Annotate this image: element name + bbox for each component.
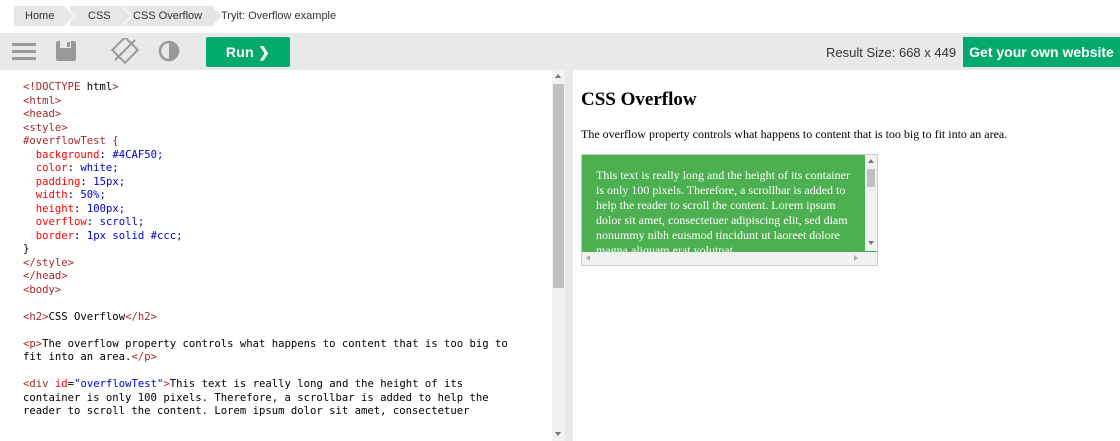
rotate-icon[interactable] — [110, 35, 140, 65]
result-heading: CSS Overflow — [581, 89, 697, 110]
overflow-horizontal-scrollbar[interactable] — [582, 252, 877, 265]
result-pane: CSS Overflow The overflow property contr… — [573, 70, 1120, 441]
editor-scrollbar-thumb[interactable] — [553, 84, 564, 288]
get-your-own-website-button[interactable]: Get your own website — [963, 37, 1120, 67]
code-editor[interactable]: <!DOCTYPE html> <html> <head> <style> #o… — [0, 70, 552, 441]
contrast-icon[interactable] — [155, 38, 183, 64]
scroll-right-icon[interactable] — [854, 255, 858, 261]
overflow-text: This text is really long and the height … — [596, 168, 850, 257]
scroll-up-icon[interactable] — [868, 159, 874, 163]
scroll-up-icon[interactable] — [555, 74, 561, 78]
breadcrumb-current: Tryit: Overflow example — [221, 10, 337, 22]
editor-scrollbar[interactable] — [552, 70, 565, 441]
menu-icon[interactable] — [10, 38, 38, 64]
pane-divider[interactable] — [565, 70, 573, 441]
breadcrumb: Home CSS CSS Overflow Tryit: Overflow ex… — [0, 0, 1120, 33]
overflow-vertical-scrollbar[interactable] — [865, 155, 877, 251]
overflow-test-box[interactable]: This text is really long and the height … — [581, 154, 878, 266]
result-paragraph: The overflow property controls what happ… — [581, 127, 1008, 141]
scroll-down-icon[interactable] — [555, 432, 561, 436]
scroll-left-icon[interactable] — [586, 255, 590, 261]
save-icon[interactable] — [52, 38, 80, 64]
breadcrumb-css[interactable]: CSS — [70, 6, 133, 26]
result-size-label: Result Size: 668 x 449 — [826, 45, 957, 60]
scroll-down-icon[interactable] — [868, 241, 874, 245]
breadcrumb-home[interactable]: Home — [14, 6, 77, 26]
code-text[interactable]: <!DOCTYPE html> <html> <head> <style> #o… — [0, 70, 552, 419]
run-button[interactable]: Run ❯ — [206, 37, 290, 67]
overflow-scrollbar-thumb[interactable] — [867, 169, 875, 187]
